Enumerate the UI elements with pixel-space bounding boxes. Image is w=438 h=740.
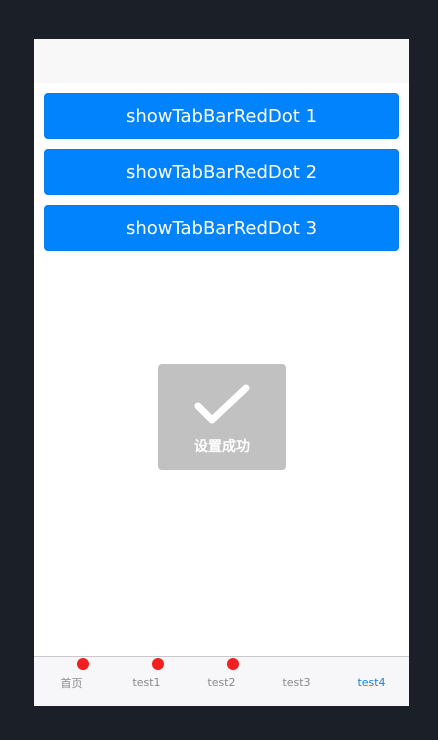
tab-label: test4: [357, 676, 386, 689]
tab-bar: 首页 test1 test2 test3 test4: [34, 656, 409, 706]
page-content: showTabBarRedDot 1 showTabBarRedDot 2 sh…: [34, 83, 409, 656]
show-red-dot-1-button[interactable]: showTabBarRedDot 1: [44, 93, 399, 139]
tab-label: 首页: [60, 676, 83, 690]
red-dot-badge: [76, 658, 89, 670]
navigation-bar: [34, 39, 409, 83]
tab-test1[interactable]: test1: [109, 657, 184, 706]
checkmark-icon: [194, 384, 250, 424]
tab-test4[interactable]: test4: [334, 657, 409, 706]
show-red-dot-3-button[interactable]: showTabBarRedDot 3: [44, 205, 399, 251]
phone-screen: showTabBarRedDot 1 showTabBarRedDot 2 sh…: [34, 39, 409, 706]
tab-label: test3: [282, 676, 311, 689]
red-dot-badge: [226, 658, 239, 670]
tab-label: test1: [132, 676, 161, 689]
toast-message: 设置成功: [194, 439, 250, 455]
tab-test2[interactable]: test2: [184, 657, 259, 706]
show-red-dot-2-button[interactable]: showTabBarRedDot 2: [44, 149, 399, 195]
red-dot-badge: [151, 658, 164, 670]
tab-label: test2: [207, 676, 236, 689]
tab-test3[interactable]: test3: [259, 657, 334, 706]
success-toast: 设置成功: [158, 364, 286, 470]
tab-home[interactable]: 首页: [34, 657, 109, 706]
